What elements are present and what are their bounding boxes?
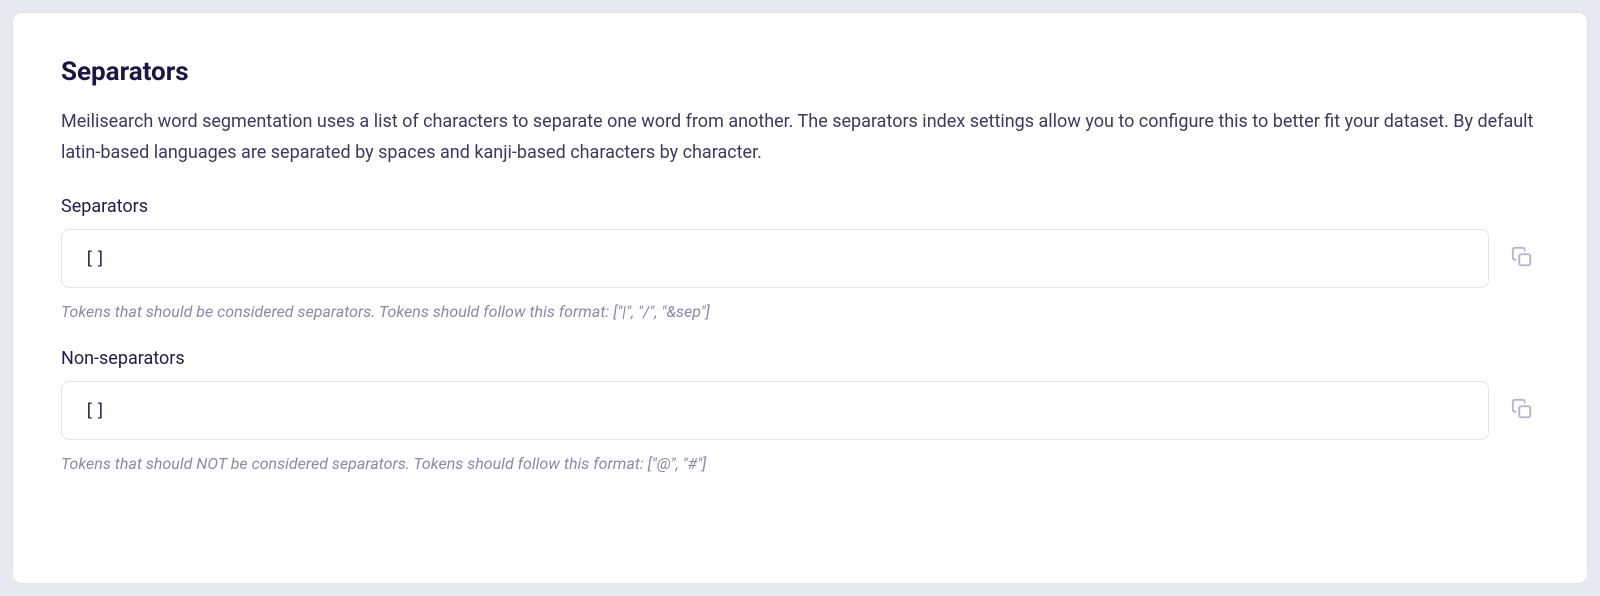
non-separators-field-group: Non-separators Tokens that should NOT be… bbox=[61, 348, 1539, 476]
section-title: Separators bbox=[61, 57, 1539, 87]
copy-icon bbox=[1511, 246, 1533, 271]
separators-field-group: Separators Tokens that should be conside… bbox=[61, 196, 1539, 324]
section-description: Meilisearch word segmentation uses a lis… bbox=[61, 107, 1539, 168]
non-separators-input-row bbox=[61, 381, 1539, 440]
non-separators-input[interactable] bbox=[61, 381, 1489, 440]
non-separators-copy-button[interactable] bbox=[1505, 392, 1539, 429]
separators-label: Separators bbox=[61, 196, 1539, 217]
separators-copy-button[interactable] bbox=[1505, 240, 1539, 277]
settings-card: Separators Meilisearch word segmentation… bbox=[12, 12, 1588, 584]
separators-input-row bbox=[61, 229, 1539, 288]
separators-hint: Tokens that should be considered separat… bbox=[61, 300, 1539, 324]
non-separators-hint: Tokens that should NOT be considered sep… bbox=[61, 452, 1539, 476]
copy-icon bbox=[1511, 398, 1533, 423]
non-separators-label: Non-separators bbox=[61, 348, 1539, 369]
separators-input[interactable] bbox=[61, 229, 1489, 288]
